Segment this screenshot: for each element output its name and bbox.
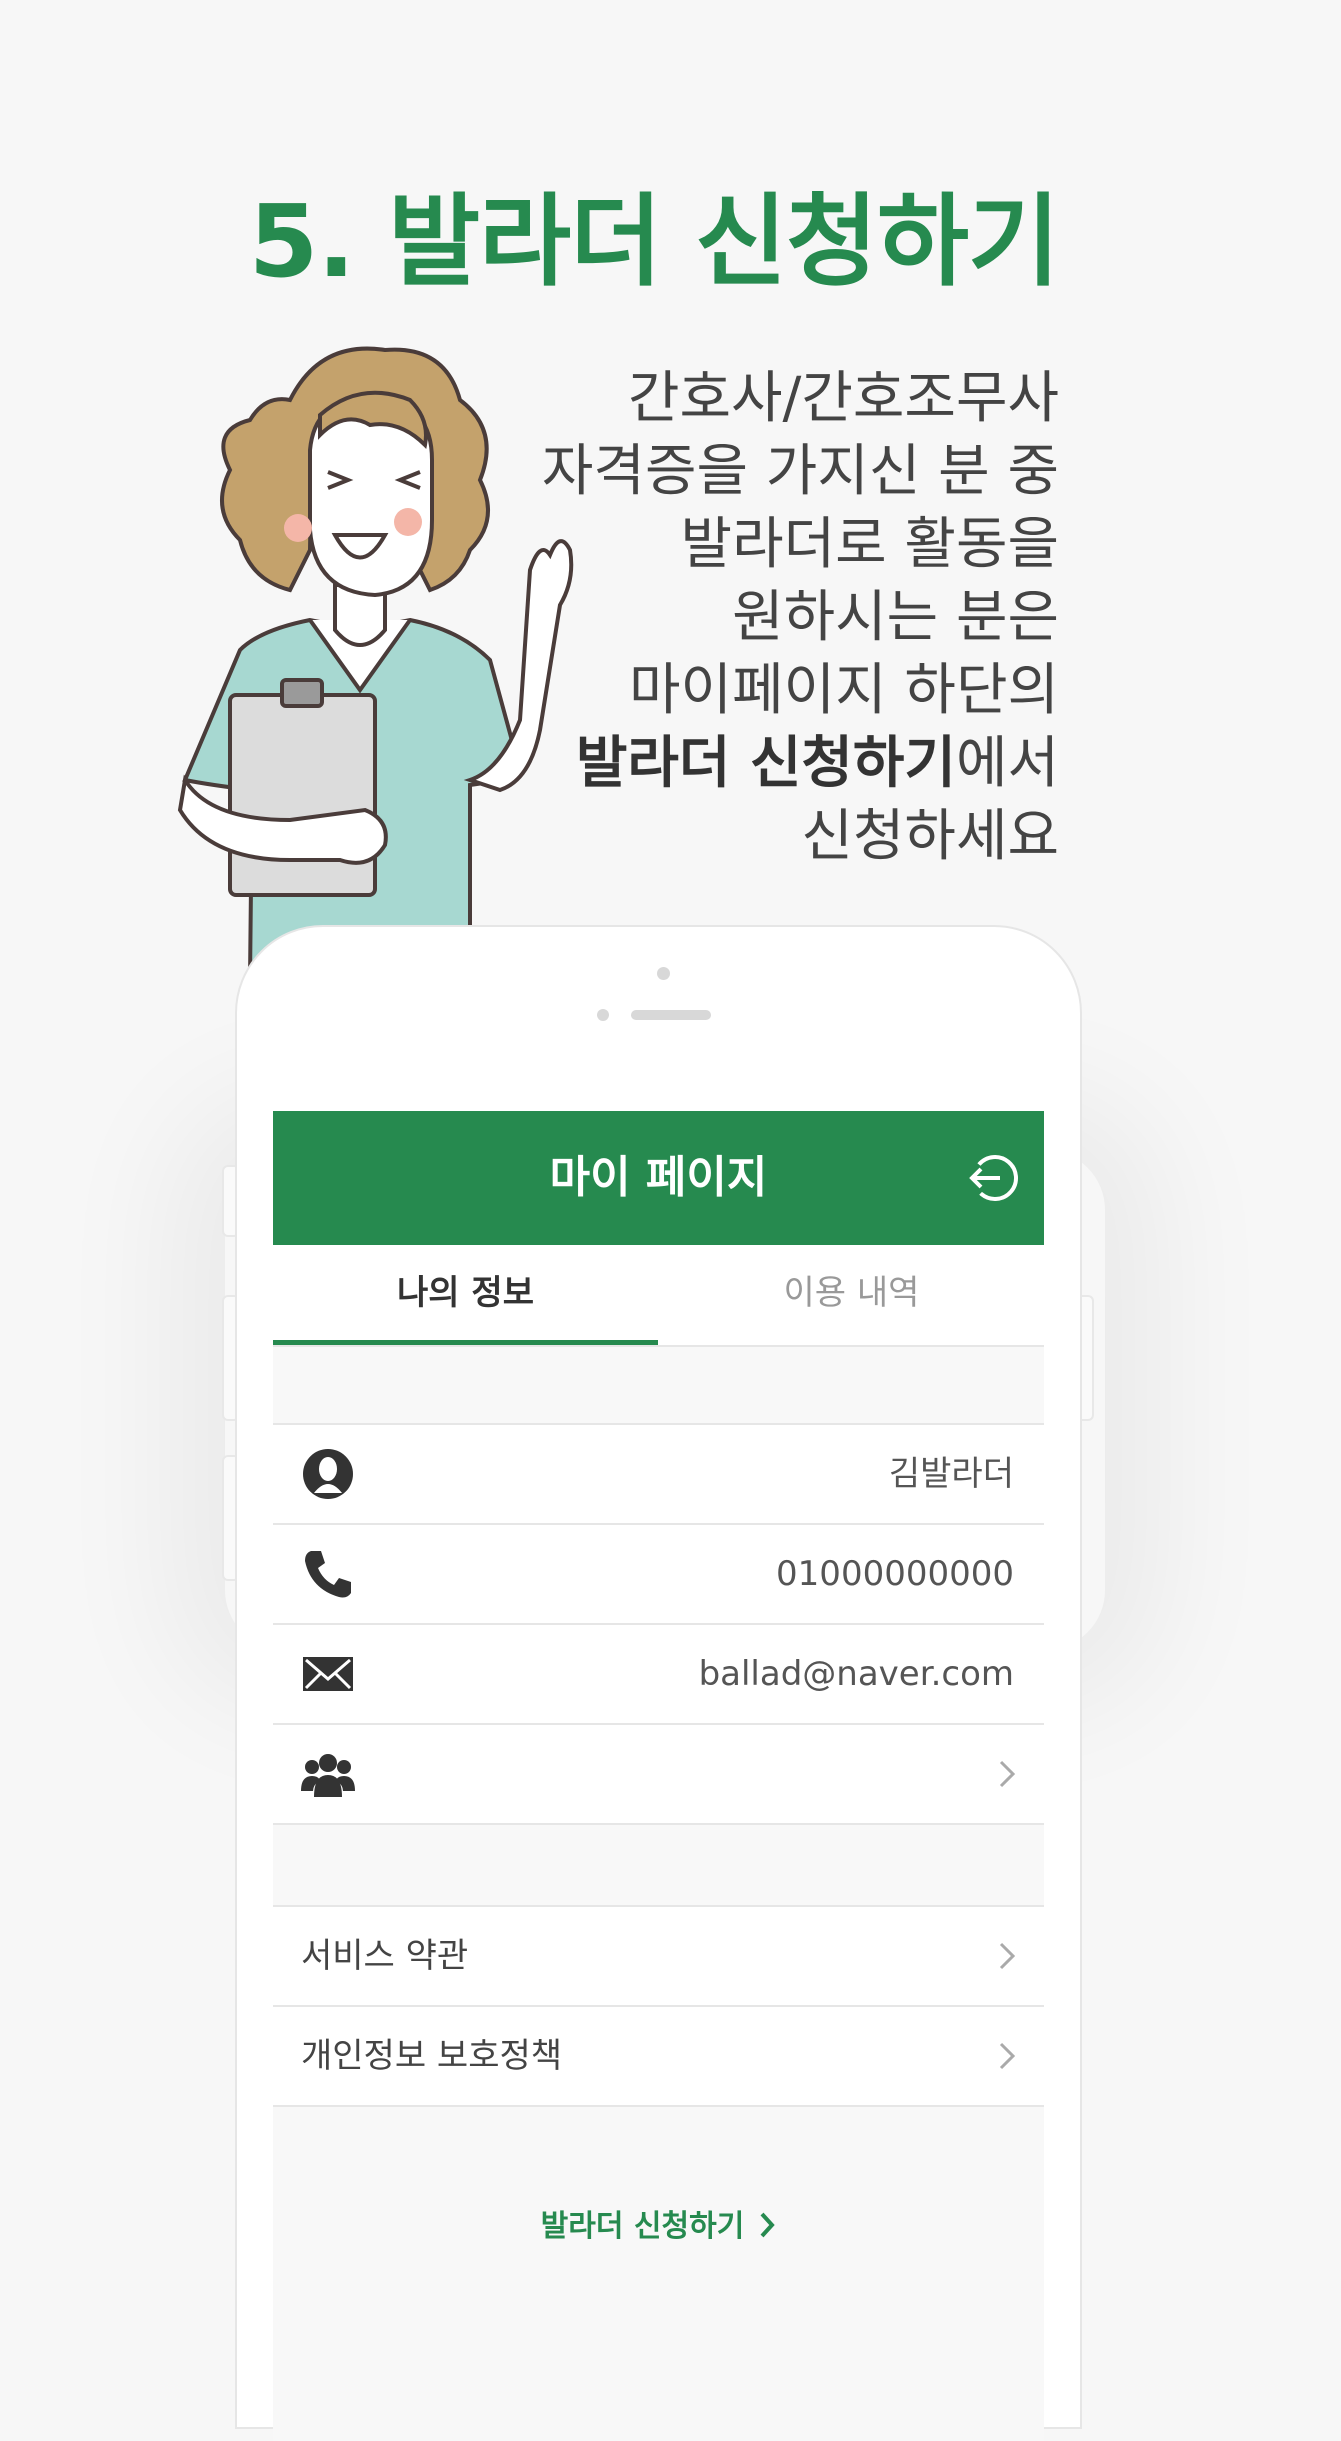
info-row-name: 김발라더	[273, 1423, 1044, 1523]
tab-my-info[interactable]: 나의 정보	[273, 1245, 658, 1345]
app-header: 마이 페이지	[273, 1111, 1044, 1245]
logout-icon[interactable]	[966, 1151, 1020, 1205]
user-phone: 01000000000	[776, 1554, 1014, 1594]
chevron-right-icon	[999, 1942, 1016, 1970]
info-row-phone: 01000000000	[273, 1523, 1044, 1623]
apply-ballader-label: 발라더 신청하기	[540, 2209, 745, 2244]
app-screen: 마이 페이지 나의 정보 이용 내역 김발라더 01000000000 ball…	[273, 1111, 1044, 2441]
group-icon	[301, 1754, 355, 1797]
nurse-illustration	[177, 346, 574, 980]
info-row-group[interactable]	[273, 1723, 1044, 1825]
chevron-right-icon	[999, 2042, 1016, 2070]
tab-my-info-label: 나의 정보	[397, 1273, 534, 1313]
desc-bold-phrase: 발라더 신청하기	[575, 731, 956, 796]
chevron-right-icon	[999, 1760, 1016, 1788]
info-row-email: ballad@naver.com	[273, 1623, 1044, 1723]
terms-label: 서비스 약관	[301, 1936, 469, 1976]
desc-after-bold: 에서	[955, 731, 1059, 796]
phone-frame: 마이 페이지 나의 정보 이용 내역 김발라더 01000000000 ball…	[235, 925, 1082, 2441]
menu-privacy-policy[interactable]: 개인정보 보호정책	[273, 2005, 1044, 2107]
tab-bar: 나의 정보 이용 내역	[273, 1245, 1044, 1347]
headline: 5. 발라더 신청하기	[248, 183, 1060, 300]
tab-usage-history[interactable]: 이용 내역	[659, 1245, 1044, 1345]
mail-icon	[303, 1657, 353, 1691]
phone-camera	[657, 967, 670, 980]
page-title: 마이 페이지	[549, 1152, 768, 1203]
privacy-label: 개인정보 보호정책	[301, 2036, 563, 2076]
user-name: 김발라더	[888, 1454, 1014, 1494]
tab-usage-history-label: 이용 내역	[783, 1273, 920, 1313]
active-tab-indicator	[273, 1340, 658, 1345]
menu-terms-of-service[interactable]: 서비스 약관	[273, 1905, 1044, 2005]
chevron-right-icon	[760, 2212, 776, 2238]
phone-sensor	[597, 1009, 609, 1021]
phone-icon	[305, 1551, 351, 1598]
person-icon	[303, 1449, 353, 1499]
apply-ballader-link[interactable]: 발라더 신청하기	[273, 2201, 1044, 2245]
user-email: ballad@naver.com	[698, 1654, 1014, 1694]
phone-speaker	[631, 1010, 711, 1020]
